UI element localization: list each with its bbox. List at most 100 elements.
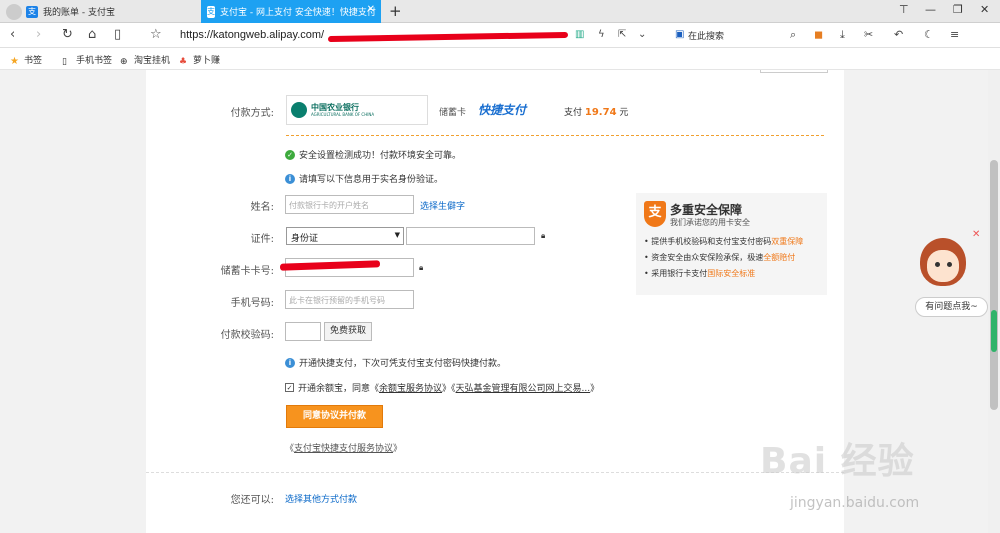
search-input[interactable]: 在此搜索 [688,29,724,42]
reload-icon[interactable]: ↻ [62,27,73,43]
close-icon[interactable]: ✕ [972,229,980,240]
bank-logo-box: 中国农业银行 AGRICULTURAL BANK OF CHINA [286,95,428,125]
amount-value: 19.74 [584,107,617,118]
restore-button[interactable]: ❐ [953,3,963,16]
tab-my-bill[interactable]: 支 我的账单 - 支付宝 [0,0,200,23]
back-icon[interactable]: ‹ [10,27,15,43]
tab-strip: 支 我的账单 - 支付宝 支 支付宝 - 网上支付 安全快速！快捷支付 ✕ + … [0,0,1000,23]
search-icon[interactable]: ⌕ [790,27,796,43]
phone-input[interactable]: 此卡在银行预留的手机号码 [285,290,414,309]
yuebao-link[interactable]: 余额宝服务协议 [379,381,442,394]
card-type: 储蓄卡 [439,108,467,118]
phone-label: 手机号码: [230,298,274,309]
globe-icon: ⊕ [120,57,128,67]
yuebao-agreement: ✓ 开通余额宝，同意《 余额宝服务协议 》《 天弘基金管理有限公司网上交易...… [285,381,599,394]
amount-row: 支付 19.74 元 [564,107,629,118]
menu-icon[interactable]: ≡ [950,27,959,43]
share-icon[interactable]: ⇱ [618,27,626,43]
security-check-message: ✓ 安全设置检测成功！付款环境安全可靠。 [285,148,461,161]
undo-icon[interactable]: ↶ [894,27,903,43]
caret-down-icon: ▼ [394,231,400,239]
scrollbar[interactable] [988,70,1000,533]
tab-title: 我的账单 - 支付宝 [43,8,115,18]
divider [286,135,824,136]
get-code-button[interactable]: 免费获取 [324,322,372,341]
help-bubble[interactable]: 有问题点我~ [915,297,988,317]
name-label: 姓名: [250,202,274,213]
assistant-mascot[interactable] [918,236,968,294]
name-input[interactable]: 付款银行卡的开户姓名 [285,195,414,214]
agree-and-pay-button[interactable]: 同意协议并付款 [286,405,383,428]
security-title: 多重安全保障 [670,203,743,217]
home-icon[interactable]: ⌂ [88,27,96,43]
tab-alipay-payment[interactable]: 支 支付宝 - 网上支付 安全快速！快捷支付 ✕ [201,0,381,23]
list-item: • 资金安全由众安保险承保，极速全额赔付 [644,253,796,262]
divider [146,472,844,473]
avatar [6,3,22,20]
list-item: • 采用银行卡支付国际安全标准 [644,269,756,278]
address-bar: ‹ › ↻ ⌂ ▯ ☆ https://katongweb.alipay.com… [0,23,1000,48]
scissors-icon[interactable]: ✂ [864,27,873,43]
game-icon[interactable]: ◼ [814,27,823,43]
reader-icon[interactable]: ▯ [114,27,121,43]
lock-icon: 🔒︎ [419,263,424,272]
close-icon[interactable]: ✕ [367,4,375,15]
agreement-line: 《 支付宝快捷支付服务协议 》 [285,441,402,454]
security-guarantee-box: 支 多重安全保障 我们承诺您的用卡安全 • 提供手机校验码和支付宝支付密码双重保… [636,193,827,295]
rare-char-link[interactable]: 选择生僻字 [420,199,465,212]
id-number-input[interactable] [406,227,535,245]
id-label: 证件: [250,234,274,245]
bank-name-en: AGRICULTURAL BANK OF CHINA [311,112,375,117]
close-window-button[interactable]: ✕ [980,3,989,16]
lock-icon: 🔒︎ [541,231,546,240]
bank-name: 中国农业银行 [311,103,359,112]
quick-pay-logo: 快捷支付 [478,103,527,117]
fill-info-message: i 请填写以下信息用于实名身份验证。 [285,172,443,185]
list-item: • 提供手机校验码和支付宝支付密码双重保障 [644,237,804,246]
minimize-button[interactable]: — [925,3,936,16]
side-indicator [991,310,997,352]
flash-icon[interactable]: ϟ [598,27,605,43]
other-options-label: 您还可以: [230,495,274,506]
id-type-select[interactable]: 身份证 ▼ [286,227,404,245]
bookmark-item[interactable]: ▯ 手机书签 [62,53,112,67]
info-icon: i [285,173,295,184]
scrollbar-thumb[interactable] [990,160,998,410]
star-icon: ★ [10,56,19,67]
bank-logo-icon [291,102,307,118]
bookmarks-bar: ★ 书签 ▯ 手机书签 ⊕ 淘宝挂机 ♣ 萝卜赚 [0,48,1000,70]
night-mode-icon[interactable]: ☾ [924,27,934,43]
radish-icon: ♣ [179,57,188,67]
star-icon[interactable]: ☆ [150,27,162,43]
url-field[interactable]: https://katongweb.alipay.com/ [180,29,324,41]
search-engine-icon[interactable]: ▣ [675,27,684,43]
check-icon: ✓ [285,149,295,160]
watermark: Bai 经验 [760,441,915,482]
top-box [760,70,828,73]
book-icon[interactable]: ▥ [575,27,584,43]
download-icon[interactable]: ⤓ [840,27,845,43]
tab-title: 支付宝 - 网上支付 安全快速！快捷支付 [220,8,376,18]
security-subtitle: 我们承诺您的用卡安全 [670,218,750,227]
quick-pay-agreement-link[interactable]: 支付宝快捷支付服务协议 [294,441,393,454]
bookmark-item[interactable]: ★ 书签 [10,53,42,67]
code-input[interactable] [285,322,321,341]
shirt-icon[interactable]: ⊤ [899,3,909,16]
yuebao-checkbox[interactable]: ✓ [285,383,294,392]
bookmark-item[interactable]: ⊕ 淘宝挂机 [120,53,170,67]
payment-method-label: 付款方式: [230,108,274,119]
forward-icon[interactable]: › [36,27,41,43]
redaction-mark [327,31,569,43]
alipay-icon: 支 [26,5,38,18]
code-label: 付款校验码: [220,330,274,341]
chevron-down-icon[interactable]: ⌄ [638,27,646,43]
alipay-icon: 支 [207,5,215,18]
other-payment-link[interactable]: 选择其他方式付款 [285,492,357,505]
info-icon: i [285,357,295,368]
shield-icon: 支 [644,201,666,227]
fund-agreement-link[interactable]: 天弘基金管理有限公司网上交易... [456,381,591,394]
new-tab-button[interactable]: + [389,2,402,20]
card-number-label: 储蓄卡卡号: [220,266,274,277]
bookmark-item[interactable]: ♣ 萝卜赚 [179,53,220,67]
phone-icon: ▯ [62,57,67,67]
